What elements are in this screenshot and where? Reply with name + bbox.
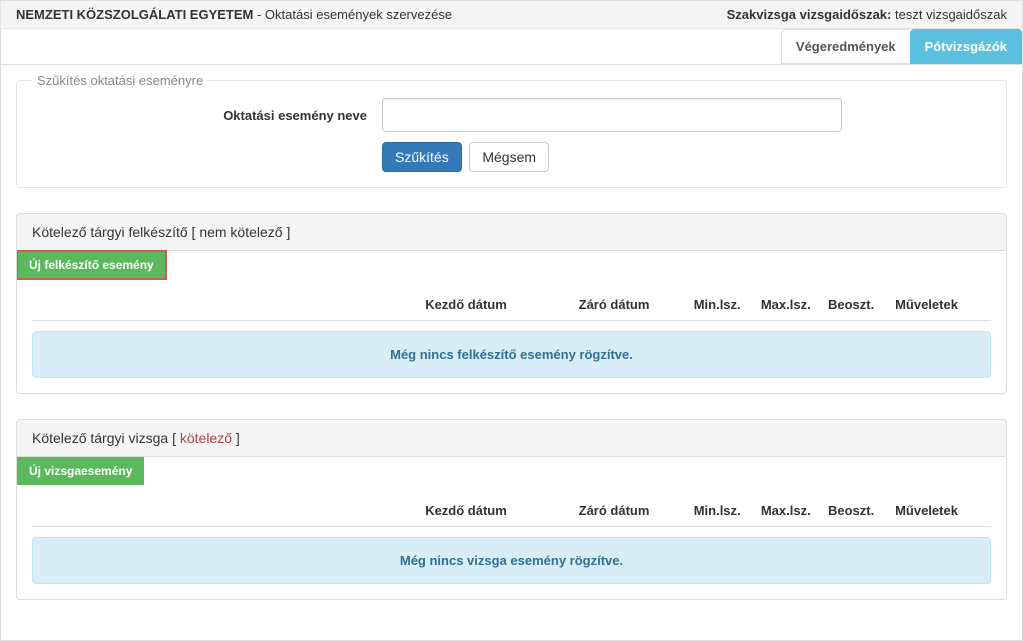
col-actions: Műveletek bbox=[895, 289, 991, 321]
col-start-date: Kezdő dátum bbox=[425, 289, 578, 321]
prep-empty-message: Még nincs felkészítő esemény rögzítve. bbox=[32, 331, 991, 378]
filter-button[interactable]: Szűkítés bbox=[382, 142, 462, 172]
tab-final-results[interactable]: Végeredmények bbox=[781, 29, 910, 64]
exam-period-value: teszt vizsgaidőszak bbox=[895, 7, 1007, 22]
event-name-input[interactable] bbox=[382, 98, 842, 132]
col-empty bbox=[32, 495, 425, 527]
section-prep-title-prefix: Kötelező tárgyi felkészítő [ bbox=[32, 224, 199, 240]
filter-button-row: Szűkítés Mégsem bbox=[382, 142, 991, 172]
col-min-count: Min.lsz. bbox=[694, 495, 761, 527]
page-title: NEMZETI KÖZSZOLGÁLATI EGYETEM - Oktatási… bbox=[16, 7, 452, 22]
exam-empty-message: Még nincs vizsga esemény rögzítve. bbox=[32, 537, 991, 584]
new-prep-event-button[interactable]: Új felkészítő esemény bbox=[17, 251, 166, 279]
cancel-button[interactable]: Mégsem bbox=[469, 142, 549, 172]
section-exam-title-tag: kötelező bbox=[180, 430, 232, 446]
prep-events-table: Kezdő dátum Záró dátum Min.lsz. Max.lsz.… bbox=[32, 289, 991, 321]
section-prep-header: Kötelező tárgyi felkészítő [ nem kötelez… bbox=[17, 214, 1006, 251]
filter-input-wrap bbox=[382, 98, 842, 132]
col-max-count: Max.lsz. bbox=[761, 289, 828, 321]
col-assigned: Beoszt. bbox=[828, 495, 895, 527]
tab-resit-candidates[interactable]: Pótvizsgázók bbox=[910, 29, 1022, 64]
col-end-date: Záró dátum bbox=[579, 495, 694, 527]
col-start-date: Kezdő dátum bbox=[425, 495, 578, 527]
section-exam-header: Kötelező tárgyi vizsga [ kötelező ] bbox=[17, 420, 1006, 457]
page-title-suffix: - Oktatási események szervezése bbox=[253, 7, 452, 22]
section-prep: Kötelező tárgyi felkészítő [ nem kötelez… bbox=[16, 213, 1007, 394]
section-prep-title-suffix: ] bbox=[283, 224, 291, 240]
filter-fieldset: Szűkítés oktatási eseményre Oktatási ese… bbox=[16, 80, 1007, 188]
col-empty bbox=[32, 289, 425, 321]
filter-label: Oktatási esemény neve bbox=[32, 108, 382, 123]
col-max-count: Max.lsz. bbox=[761, 495, 828, 527]
section-exam-title-prefix: Kötelező tárgyi vizsga [ bbox=[32, 430, 180, 446]
col-end-date: Záró dátum bbox=[579, 289, 694, 321]
col-assigned: Beoszt. bbox=[828, 289, 895, 321]
page-title-bold: NEMZETI KÖZSZOLGÁLATI EGYETEM bbox=[16, 7, 253, 22]
exam-period-info: Szakvizsga vizsgaidőszak: teszt vizsgaid… bbox=[727, 7, 1007, 22]
filter-form-row: Oktatási esemény neve bbox=[32, 98, 991, 132]
new-exam-event-button[interactable]: Új vizsgaesemény bbox=[17, 457, 144, 485]
tabs-row: Végeredmények Pótvizsgázók bbox=[0, 29, 1023, 65]
exam-events-table: Kezdő dátum Záró dátum Min.lsz. Max.lsz.… bbox=[32, 495, 991, 527]
section-prep-title-tag: nem kötelező bbox=[199, 224, 282, 240]
exam-period-label: Szakvizsga vizsgaidőszak: bbox=[727, 7, 892, 22]
top-bar: NEMZETI KÖZSZOLGÁLATI EGYETEM - Oktatási… bbox=[0, 0, 1023, 29]
main-panel: Szűkítés oktatási eseményre Oktatási ese… bbox=[0, 65, 1023, 641]
col-actions: Műveletek bbox=[895, 495, 991, 527]
section-exam-title-suffix: ] bbox=[232, 430, 240, 446]
col-min-count: Min.lsz. bbox=[694, 289, 761, 321]
section-exam: Kötelező tárgyi vizsga [ kötelező ] Új v… bbox=[16, 419, 1007, 600]
filter-legend: Szűkítés oktatási eseményre bbox=[32, 73, 208, 88]
